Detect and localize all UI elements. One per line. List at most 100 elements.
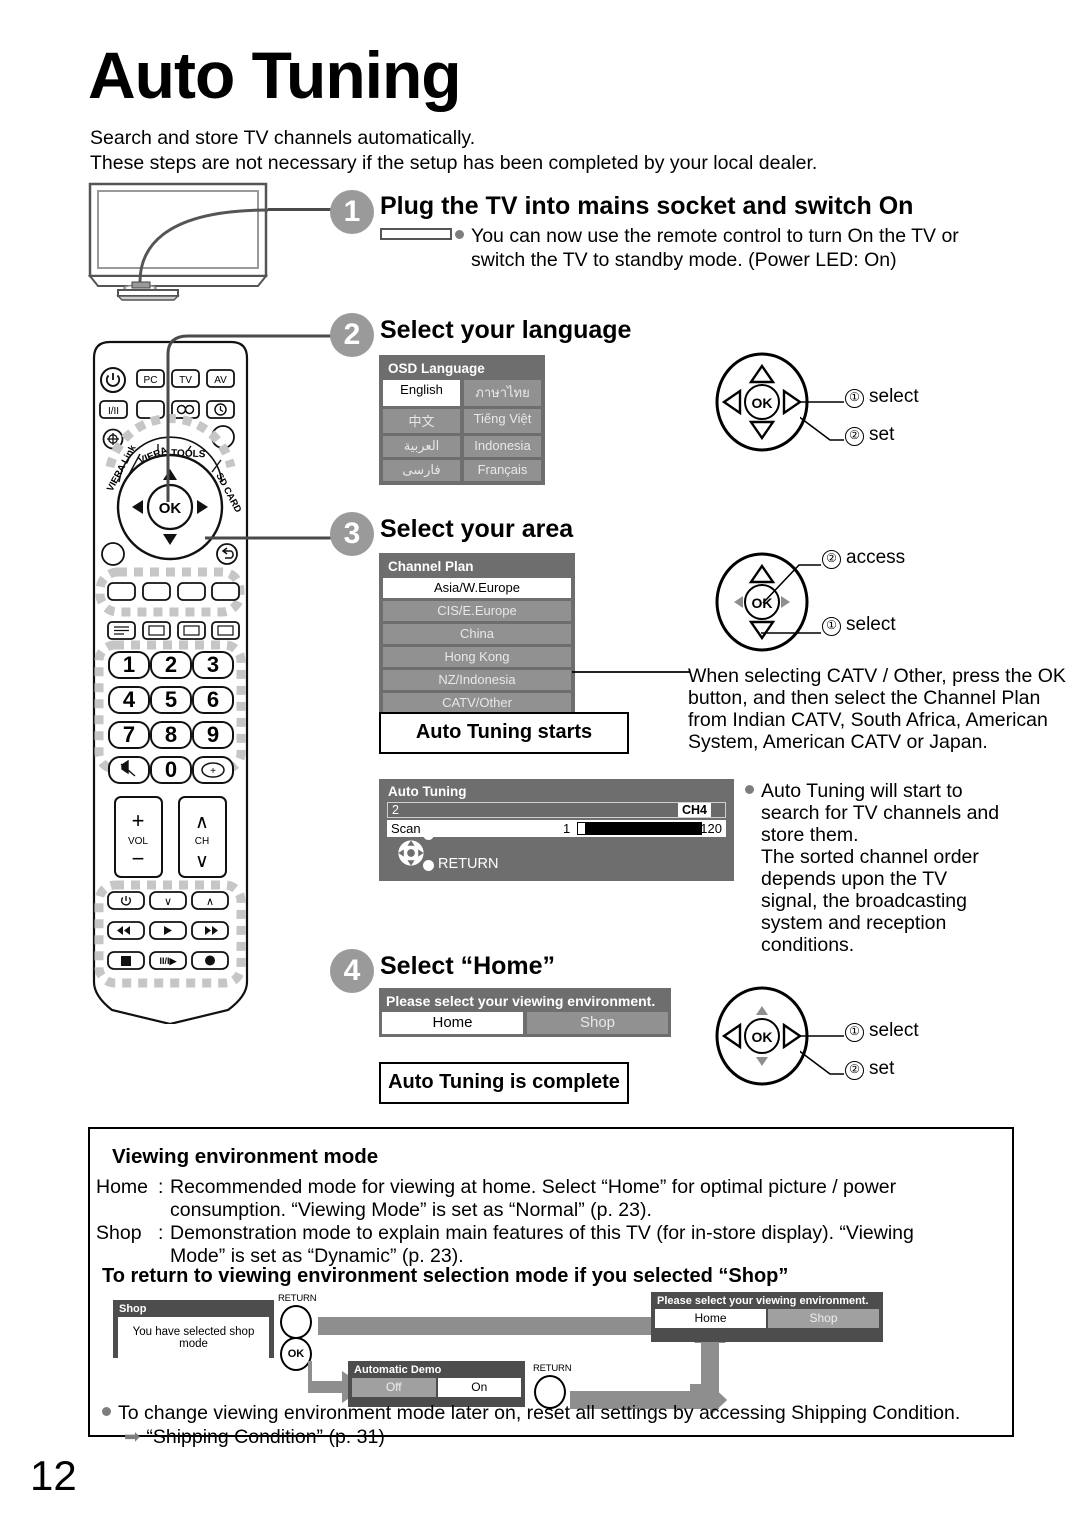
- svg-text:7: 7: [123, 722, 135, 747]
- return-button-icon-1[interactable]: [280, 1305, 312, 1339]
- step-2-number: 2: [330, 313, 374, 357]
- svg-text:∧: ∧: [195, 812, 209, 833]
- channel-plan-option-china[interactable]: China: [383, 624, 571, 644]
- circle-number-1: ①: [845, 1023, 864, 1042]
- flow-shop-message: You have selected shop mode: [118, 1317, 269, 1359]
- svg-text:CH: CH: [195, 836, 209, 847]
- step-4-title: Select “Home”: [380, 952, 556, 980]
- step-4-number: 4: [330, 949, 374, 993]
- channel-plan-row: CIS/E.Europe: [383, 601, 571, 621]
- auto-tuning-channel-bar: 2 CH4: [387, 802, 726, 818]
- auto-tuning-progress-fill: [577, 822, 702, 835]
- step-3-title: Select your area: [380, 515, 574, 543]
- svg-text:+: +: [132, 808, 145, 833]
- auto-tuning-key-hints: EXIT RETURN: [393, 825, 593, 875]
- annotation-step3-select: ① select: [822, 614, 896, 636]
- svg-text:6: 6: [207, 687, 219, 712]
- channel-plan-row: Hong Kong: [383, 647, 571, 667]
- flow-shop-title: Shop: [119, 1303, 147, 1315]
- viewing-environment-panel: Please select your viewing environment. …: [379, 988, 671, 1037]
- annotation-step4-select: ① select: [845, 1020, 919, 1042]
- auto-tuning-progress-number: 2: [392, 803, 399, 817]
- leader-line-step2: [166, 334, 360, 502]
- bullet-icon: [745, 785, 754, 795]
- osd-language-row: English ภาษาไทย: [383, 380, 541, 406]
- lang-option-francais[interactable]: Français: [464, 460, 541, 481]
- intro-line-1: Search and store TV channels automatical…: [90, 127, 476, 149]
- page-title: Auto Tuning: [88, 38, 462, 112]
- viewing-env-shop-colon: :: [158, 1222, 164, 1244]
- svg-text:3: 3: [207, 652, 219, 677]
- osd-language-row: العربية Indonesia: [383, 436, 541, 457]
- svg-text:+: +: [210, 766, 216, 777]
- viewing-env-shop-key: Shop: [96, 1222, 142, 1244]
- auto-tuning-channel: CH4: [677, 803, 711, 817]
- tv-illustration: [87, 182, 269, 302]
- flow-env-box: Please select your viewing environment. …: [651, 1292, 883, 1342]
- leader-line-catv-note: [572, 671, 690, 673]
- exit-dot-icon: [423, 829, 434, 840]
- flow-demo-title: Automatic Demo: [354, 1364, 442, 1376]
- bullet-icon: [102, 1407, 111, 1417]
- circle-number-2: ②: [822, 550, 841, 569]
- step-1-number: 1: [330, 190, 374, 234]
- viewing-env-home-key: Home: [96, 1176, 149, 1198]
- viewing-env-shop-option[interactable]: Shop: [527, 1012, 668, 1034]
- flow-arrow-right-top: [318, 1310, 725, 1342]
- step-2-title: Select your language: [380, 316, 632, 344]
- lang-option-chinese[interactable]: 中文: [383, 409, 460, 433]
- svg-text:9: 9: [207, 722, 219, 747]
- dpad-illustration-step4: OK: [714, 986, 810, 1086]
- flow-env-home[interactable]: Home: [655, 1309, 766, 1328]
- lang-option-english[interactable]: English: [383, 380, 460, 406]
- lang-option-persian[interactable]: فارسی: [383, 460, 460, 481]
- viewing-env-shop-line1: Demonstration mode to explain main featu…: [170, 1222, 914, 1244]
- page-number: 12: [30, 1452, 77, 1499]
- viewing-env-home-option[interactable]: Home: [382, 1012, 523, 1034]
- lang-option-thai[interactable]: ภาษาไทย: [464, 380, 541, 406]
- lang-option-indonesia[interactable]: Indonesia: [464, 436, 541, 457]
- channel-plan-panel: Channel Plan Asia/W.Europe CIS/E.Europe …: [379, 553, 575, 717]
- lang-option-arabic[interactable]: العربية: [383, 436, 460, 457]
- svg-text:0: 0: [165, 757, 177, 782]
- auto-tuning-return-label: RETURN: [438, 856, 499, 872]
- auto-tuning-note-line1: Auto Tuning will start to: [761, 780, 963, 802]
- annotation-step4-set: ② set: [845, 1058, 894, 1080]
- circle-number-2: ②: [845, 1061, 864, 1080]
- annotation-step3-access: ② access: [822, 547, 905, 569]
- channel-plan-option-catv[interactable]: CATV/Other: [383, 693, 571, 713]
- flow-demo-off[interactable]: Off: [352, 1378, 436, 1397]
- osd-language-row: فارسی Français: [383, 460, 541, 481]
- flow-return-caption-2: RETURN: [533, 1363, 572, 1374]
- channel-plan-option-nz[interactable]: NZ/Indonesia: [383, 670, 571, 690]
- svg-text:8: 8: [165, 722, 177, 747]
- ok-button-label: OK: [287, 1348, 305, 1360]
- viewing-env-home-colon: :: [158, 1176, 164, 1198]
- channel-plan-option-asia[interactable]: Asia/W.Europe: [383, 578, 571, 598]
- step-1-bullet-line1: You can now use the remote control to tu…: [471, 225, 959, 247]
- auto-tuning-exit-label: EXIT: [438, 825, 471, 841]
- viewing-environment-mode-box: Viewing environment mode Home : Recommen…: [88, 1127, 1014, 1448]
- manual-page: Auto Tuning Search and store TV channels…: [0, 0, 1080, 1529]
- return-dot-icon: [423, 860, 434, 871]
- channel-plan-option-hongkong[interactable]: Hong Kong: [383, 647, 571, 667]
- lang-option-vietnamese[interactable]: Tiếng Việt: [464, 409, 541, 433]
- svg-text:∨: ∨: [195, 851, 209, 872]
- channel-plan-row: NZ/Indonesia: [383, 670, 571, 690]
- arrow-right-icon: ➡: [124, 1426, 141, 1448]
- circle-number-1: ①: [822, 617, 841, 636]
- channel-plan-title: Channel Plan: [388, 559, 474, 574]
- catv-note-line4: System, American CATV or Japan.: [688, 731, 988, 753]
- svg-text:I/II: I/II: [108, 406, 119, 417]
- svg-text:4: 4: [123, 687, 136, 712]
- svg-text:OK: OK: [752, 395, 773, 411]
- annotation-step2-set: ② set: [845, 424, 894, 446]
- viewing-env-title: Please select your viewing environment.: [386, 993, 656, 1009]
- channel-plan-option-cis[interactable]: CIS/E.Europe: [383, 601, 571, 621]
- channel-plan-row: Asia/W.Europe: [383, 578, 571, 598]
- auto-tuning-complete-label: Auto Tuning is complete: [379, 1062, 629, 1104]
- dpad-illustration-step2: OK: [714, 352, 810, 452]
- flow-demo-on[interactable]: On: [437, 1378, 521, 1397]
- svg-text:∧: ∧: [206, 896, 214, 908]
- flow-env-shop[interactable]: Shop: [768, 1309, 879, 1328]
